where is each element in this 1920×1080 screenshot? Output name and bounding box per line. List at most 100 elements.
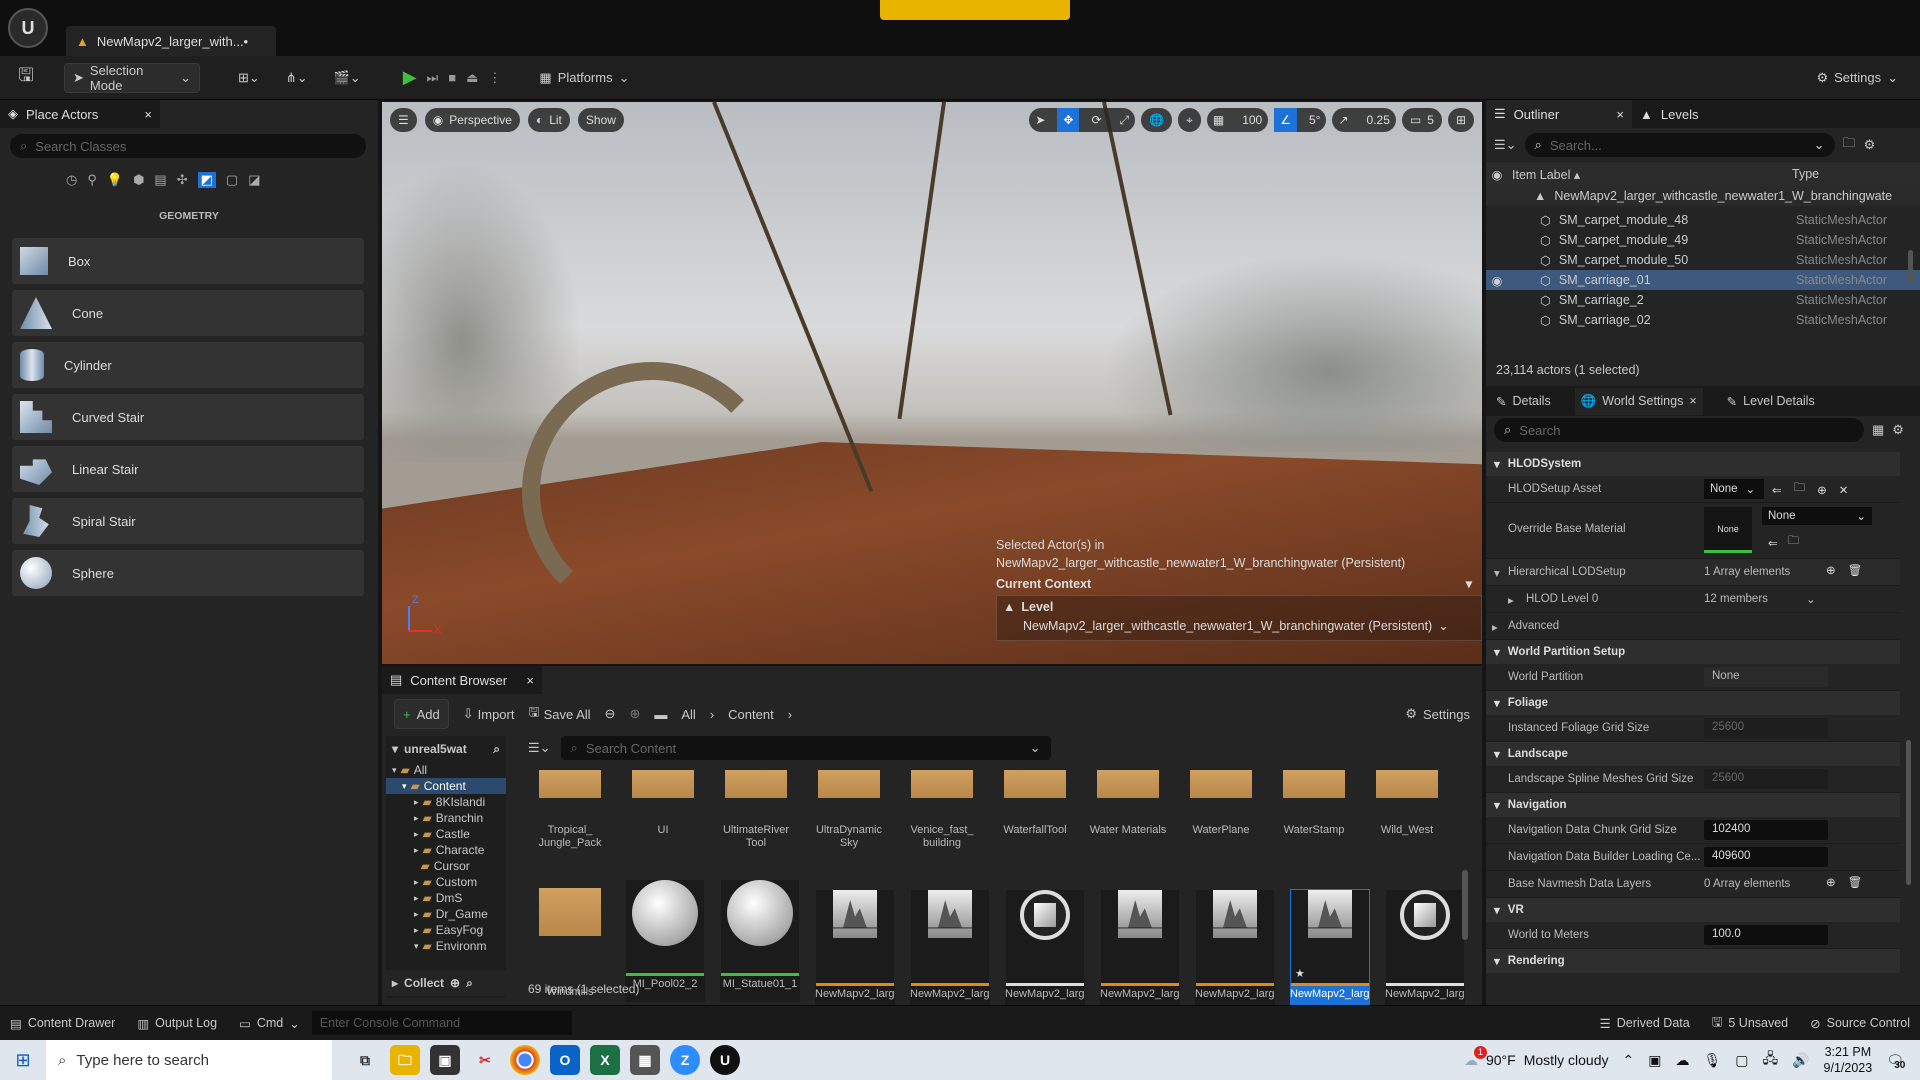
folder-tile[interactable]: Water Materials (1088, 770, 1168, 837)
level-details-tab[interactable]: ✎ Level Details (1727, 394, 1815, 409)
forward-icon[interactable]: ⊕ (629, 706, 640, 722)
close-icon[interactable]: × (144, 107, 152, 122)
use-selected-icon[interactable]: ⇐ (1768, 536, 1778, 550)
scale-snap[interactable]: ↗ 0.25 (1332, 108, 1396, 132)
folder-tile[interactable]: UI (623, 770, 703, 837)
search-icon[interactable]: ⌕ (466, 976, 473, 991)
folder-tile[interactable]: WaterfallTool (995, 770, 1075, 837)
asset-tile[interactable]: ★NewMapv2_larger (1290, 870, 1370, 1012)
tree-item[interactable]: ▰ Cursor (386, 858, 506, 874)
settings-dropdown[interactable]: ⚙ Settings ⌄ (1808, 63, 1906, 93)
folder-tile[interactable]: Wild_West (1367, 770, 1447, 837)
source-control-button[interactable]: ⊘ Source Control (1810, 1016, 1910, 1031)
selection-mode-dropdown[interactable]: ➤ Selection Mode ⌄ (64, 62, 200, 93)
zoom-icon[interactable]: Z (670, 1045, 700, 1075)
use-selected-icon[interactable]: ⇐ (1772, 483, 1782, 497)
tree-item[interactable]: ▾ ▰ Content (386, 778, 506, 794)
outliner-row[interactable]: ⬡ SM_carpet_module_48 StaticMeshActor (1486, 210, 1920, 230)
tree-item[interactable]: ▸ ▰ Branchin (386, 810, 506, 826)
asset-tile[interactable]: NewMapv2_larger (1005, 870, 1085, 1012)
asset-tile[interactable]: NewMapv2_larger (1195, 870, 1275, 1012)
nav-builder-input[interactable]: 409600 (1704, 847, 1828, 867)
unreal-logo-icon[interactable]: U (8, 8, 48, 48)
play-icon[interactable]: ▶ (403, 67, 417, 88)
basic-icon[interactable]: ⚲ (87, 172, 97, 188)
actor-spiral-stair[interactable]: Spiral Stair (12, 498, 364, 544)
all-classes-icon[interactable]: ◪ (248, 172, 260, 188)
search-content-input[interactable]: ⌕ Search Content ⌄ (560, 736, 1051, 760)
file-explorer-icon[interactable]: 🗀 (390, 1045, 420, 1075)
outliner-row[interactable]: ⬡ SM_carpet_module_50 StaticMeshActor (1486, 250, 1920, 270)
delete-icon[interactable]: 🗑 (1848, 875, 1863, 889)
content-browser-tab[interactable]: ▤ Content Browser × (382, 666, 542, 694)
camera-speed[interactable]: ▭ 5 (1401, 108, 1442, 132)
blueprint-button[interactable]: ⋔⌄ (278, 63, 316, 93)
add-element-icon[interactable]: ⊕ (1826, 563, 1836, 577)
tree-item[interactable]: ▸ ▰ Custom (386, 874, 506, 890)
details-scrollbar[interactable] (1906, 740, 1911, 885)
outliner-root-row[interactable]: ▲ NewMapv2_larger_withcastle_newwater1_W_… (1486, 186, 1920, 206)
rotation-snap[interactable]: ∠ 5° (1274, 108, 1327, 132)
display-icon[interactable]: ▢ (1735, 1052, 1748, 1069)
actor-cylinder[interactable]: Cylinder (12, 342, 364, 388)
material-dropdown[interactable]: None ⌄ (1762, 507, 1872, 525)
grid-snap[interactable]: ▦ 100 (1206, 108, 1269, 132)
section-vr[interactable]: ▾ VR (1486, 898, 1900, 922)
viewport-menu-button[interactable]: ☰ (390, 108, 417, 132)
visibility-icon[interactable]: ◉ (1486, 167, 1508, 182)
geometry-icon[interactable]: ◩ (197, 172, 216, 188)
add-folder-icon[interactable]: 🗀 (1843, 134, 1856, 156)
volumes-icon[interactable]: ▢ (226, 172, 238, 188)
windows-start-icon[interactable]: ⊞ (0, 1050, 46, 1071)
chrome-icon[interactable] (510, 1045, 540, 1075)
shapes-icon[interactable]: ⬢ (133, 172, 144, 188)
taskbar-search[interactable]: ⌕ Type here to search (46, 1040, 332, 1080)
layout-icon[interactable]: ⊞ (1447, 108, 1474, 132)
onedrive-icon[interactable]: ☁ (1675, 1052, 1689, 1069)
hlod-asset-dropdown[interactable]: None ⌄ (1704, 479, 1764, 499)
gear-icon[interactable]: ⚙ (1864, 137, 1876, 153)
platforms-dropdown[interactable]: ▦ Platforms ⌄ (531, 63, 637, 93)
add-button[interactable]: + Add (394, 699, 449, 729)
move-tool-icon[interactable]: ✥ (1057, 108, 1080, 132)
level-context-box[interactable]: ▲ Level NewMapv2_larger_withcastle_newwat… (996, 595, 1482, 641)
save-icon[interactable]: 🖫 (12, 63, 40, 93)
actor-linear-stair[interactable]: Linear Stair (12, 446, 364, 492)
section-landscape[interactable]: ▾ Landscape (1486, 742, 1900, 766)
tree-item[interactable]: ▸ ▰ Characte (386, 842, 506, 858)
folder-tile[interactable]: WaterPlane (1181, 770, 1261, 837)
breadcrumb-all[interactable]: All (681, 707, 695, 722)
item-label-column[interactable]: Item Label ▴ (1508, 167, 1580, 182)
close-icon[interactable]: × (1616, 107, 1624, 122)
outliner-scrollbar[interactable] (1908, 250, 1913, 284)
content-scrollbar[interactable] (1462, 870, 1468, 940)
more-options-icon[interactable]: ⋮ (488, 70, 501, 86)
tree-item[interactable]: ▸ ▰ Castle (386, 826, 506, 842)
world-settings-tab[interactable]: 🌐 World Settings × (1574, 387, 1703, 415)
add-icon[interactable]: ⊕ (1817, 483, 1827, 497)
section-foliage[interactable]: ▾ Foliage (1486, 691, 1900, 715)
network-icon[interactable]: 🖧 (1762, 1048, 1778, 1072)
caret-down-icon[interactable]: ▾ (1494, 566, 1500, 580)
rotate-tool-icon[interactable]: ⟳ (1085, 108, 1107, 132)
place-actors-tab[interactable]: ◈ Place Actors × (0, 100, 160, 128)
folder-tile[interactable]: UltraDynamic Sky (809, 770, 889, 850)
outliner-row[interactable]: ⬡ SM_carriage_02 StaticMeshActor (1486, 310, 1920, 330)
show-button[interactable]: Show (577, 108, 624, 132)
calculator-icon[interactable]: ▦ (630, 1045, 660, 1075)
lit-button[interactable]: ◐ Lit (527, 108, 570, 132)
app-icon[interactable]: ▣ (430, 1045, 460, 1075)
step-icon[interactable]: ⏭ (427, 70, 439, 86)
chevron-down-icon[interactable]: ⌄ (1806, 592, 1816, 606)
prop-advanced[interactable]: ▸ Advanced (1486, 613, 1900, 640)
cinematics-button[interactable]: 🎬⌄ (326, 63, 369, 93)
stop-icon[interactable]: ■ (448, 70, 456, 85)
scale-tool-icon[interactable]: ⤢ (1114, 108, 1136, 132)
filter-icon[interactable]: ☰⌄ (1494, 137, 1517, 153)
asset-tile[interactable]: MI_Statue01_1 (720, 870, 800, 1002)
folder-tile[interactable]: Venice_fast_ building (902, 770, 982, 850)
table-view-icon[interactable]: ▦ (1872, 422, 1884, 438)
output-log-button[interactable]: ▥ Output Log (137, 1016, 217, 1031)
search-icon[interactable]: ⌕ (493, 742, 500, 757)
lights-icon[interactable]: 💡 (107, 172, 123, 188)
